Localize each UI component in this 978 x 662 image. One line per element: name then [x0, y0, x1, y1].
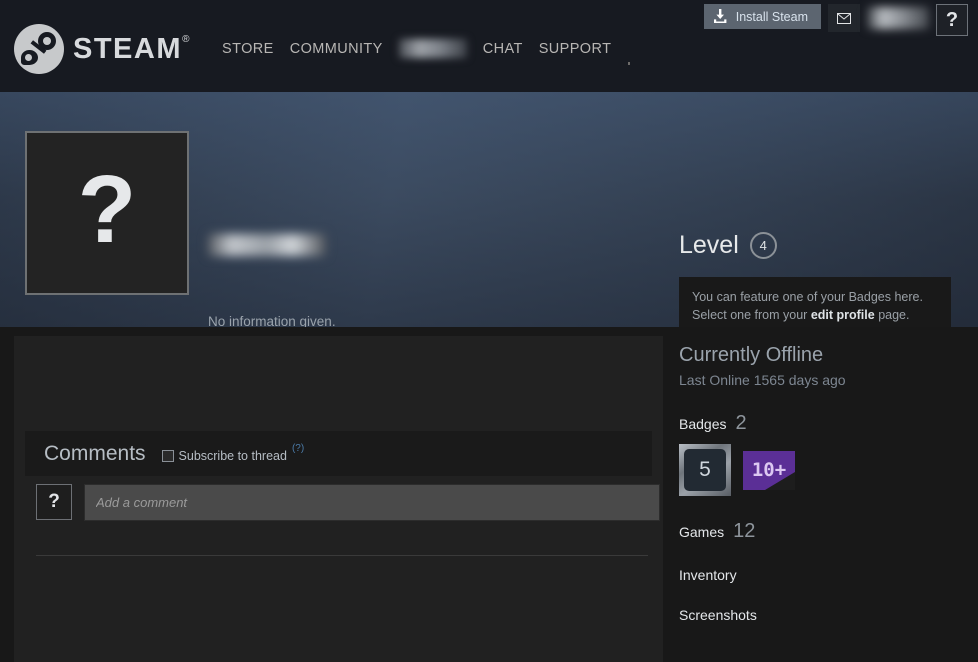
install-steam-label: Install Steam	[735, 9, 808, 24]
registered-mark: ®	[182, 33, 191, 45]
badges-label[interactable]: Badges	[679, 416, 726, 432]
install-steam-button[interactable]: Install Steam	[703, 4, 821, 29]
screenshots-link[interactable]: Screenshots	[679, 607, 969, 623]
badge-level-value: 5	[684, 449, 726, 491]
notifications-button[interactable]	[828, 4, 860, 32]
inventory-link[interactable]: Inventory	[679, 567, 969, 583]
games-count: 12	[733, 520, 756, 542]
nav-item-community[interactable]: COMMUNITY	[290, 41, 383, 57]
nav-dot-marker	[628, 62, 630, 65]
steam-profile-page: STEAM ® STORE COMMUNITY CHAT SUPPORT Inst…	[0, 0, 978, 662]
nav-item-username-blurred[interactable]	[398, 39, 467, 58]
steam-level[interactable]: Level 4	[679, 231, 777, 260]
steam-logo[interactable]: STEAM ®	[14, 24, 191, 74]
comment-author-avatar: ?	[36, 484, 72, 520]
badge-games-value: 10+	[751, 459, 787, 481]
steam-logo-icon	[14, 24, 64, 74]
profile-avatar[interactable]: ?	[25, 131, 189, 295]
comments-header: Comments Subscribe to thread (?)	[25, 431, 652, 476]
profile-header-band: ? No information given. Level 4 You can …	[0, 92, 978, 394]
comment-input[interactable]	[84, 484, 660, 521]
comment-compose-row: ?	[36, 484, 660, 521]
account-avatar[interactable]: ?	[936, 4, 968, 36]
nav-item-chat[interactable]: CHAT	[483, 41, 523, 57]
steam-wordmark: STEAM ®	[73, 32, 191, 65]
content-area: Comments Subscribe to thread (?) ? Curre…	[0, 327, 978, 662]
badge-hint-prefix: Select one from your	[692, 308, 811, 323]
comments-panel: Comments Subscribe to thread (?) ?	[14, 336, 663, 662]
subscribe-checkbox[interactable]	[161, 450, 174, 462]
last-online-text: Last Online 1565 days ago	[679, 372, 846, 388]
badge-item-level[interactable]: 5	[679, 444, 731, 496]
subscribe-label: Subscribe to thread	[178, 449, 287, 463]
avatar-placeholder-glyph: ?	[77, 156, 137, 263]
online-status-title: Currently Offline	[679, 344, 824, 366]
badges-row[interactable]: Badges 2	[679, 412, 969, 435]
badge-icon-list: 5 10+	[679, 444, 969, 496]
main-navigation: STORE COMMUNITY CHAT SUPPORT	[222, 39, 611, 58]
badge-item-games[interactable]: 10+	[743, 450, 795, 490]
badge-hint-suffix: page.	[874, 308, 910, 323]
games-row[interactable]: Games 12	[679, 520, 969, 543]
badges-count: 2	[735, 412, 747, 434]
global-header: STEAM ® STORE COMMUNITY CHAT SUPPORT Inst…	[0, 0, 978, 92]
steam-piston-shape	[21, 50, 38, 65]
subscribe-to-thread[interactable]: Subscribe to thread (?)	[161, 443, 304, 463]
envelope-icon	[837, 12, 851, 24]
comments-title: Comments	[44, 441, 146, 465]
badge-hint-line1: You can feature one of your Badges here.	[692, 290, 923, 304]
nav-item-store[interactable]: STORE	[222, 41, 274, 57]
comments-divider	[36, 555, 648, 556]
level-value-circle: 4	[749, 232, 777, 259]
level-label: Level	[679, 231, 739, 259]
download-icon	[713, 9, 727, 23]
profile-sidebar: Currently Offline Last Online 1565 days …	[679, 327, 969, 623]
games-label[interactable]: Games	[679, 524, 724, 540]
edit-profile-link[interactable]: edit profile	[811, 308, 875, 322]
nav-item-support[interactable]: SUPPORT	[539, 41, 612, 57]
header-actions: Install Steam ?	[703, 4, 968, 36]
profile-display-name-blurred	[208, 234, 326, 256]
help-icon[interactable]: (?)	[292, 443, 304, 454]
account-name-blurred[interactable]	[867, 7, 929, 29]
